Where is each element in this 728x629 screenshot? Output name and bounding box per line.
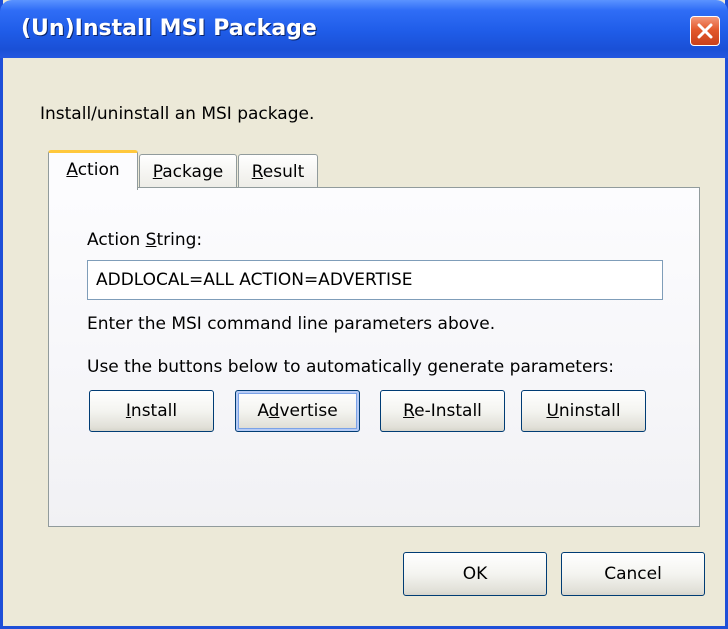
reinstall-button[interactable]: Re-Install [380,390,505,432]
install-button-label: Install [125,401,178,421]
advertise-button[interactable]: Advertise [235,390,360,432]
install-button[interactable]: Install [89,390,214,432]
tab-package[interactable]: Package [139,154,237,190]
tab-result[interactable]: Result [238,154,318,190]
tab-action[interactable]: Action [48,150,138,190]
action-string-label: Action String: [87,230,203,250]
cancel-button[interactable]: Cancel [561,552,705,596]
generate-hint: Use the buttons below to automatically g… [87,357,614,377]
uninstall-button[interactable]: Uninstall [521,390,646,432]
action-string-hint: Enter the MSI command line parameters ab… [87,314,496,334]
advertise-button-label: Advertise [257,401,338,421]
close-button[interactable] [690,16,720,46]
close-icon [697,23,713,39]
tab-action-label: Action [66,160,120,180]
action-string-input[interactable]: ADDLOCAL=ALL ACTION=ADVERTISE [87,260,663,300]
tab-package-label: Package [152,162,224,182]
window-title: (Un)Install MSI Package [21,16,317,41]
cancel-button-label: Cancel [604,564,662,584]
ok-button[interactable]: OK [403,552,547,596]
dialog-description: Install/uninstall an MSI package. [40,104,315,124]
uninstall-button-label: Uninstall [546,401,621,421]
ok-button-label: OK [462,564,488,584]
msi-dialog-window: (Un)Install MSI Package Install/uninstal… [0,0,728,629]
reinstall-button-label: Re-Install [403,401,482,421]
title-bar[interactable]: (Un)Install MSI Package [0,0,728,58]
action-tab-panel: Action String: ADDLOCAL=ALL ACTION=ADVER… [48,187,700,527]
tab-result-label: Result [251,162,305,182]
